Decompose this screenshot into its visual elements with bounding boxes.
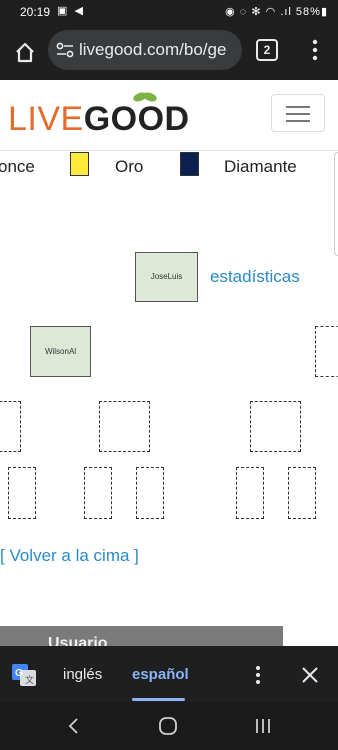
legend-label-oro: Oro xyxy=(115,157,144,176)
tree-node-empty[interactable] xyxy=(250,401,301,452)
translate-bar: G 文 inglés español xyxy=(0,646,338,702)
leaf-icon xyxy=(133,92,157,102)
browser-toolbar: livegood.com/bo/ge 2 xyxy=(0,26,338,80)
google-translate-icon: G 文 xyxy=(12,664,36,686)
table-header-bar: Usuario xyxy=(0,626,283,646)
tree-node-empty[interactable] xyxy=(0,401,21,452)
home-nav-icon[interactable] xyxy=(158,716,178,736)
table-header-usuario: Usuario xyxy=(48,635,108,646)
legend-label-bronce: once xyxy=(0,157,35,176)
recent-apps-icon[interactable] xyxy=(254,717,272,735)
tree-node-wilsonal[interactable]: WilsonAl xyxy=(30,326,91,377)
translate-target-language[interactable]: español xyxy=(132,666,189,683)
legend-label-diamante: Diamante xyxy=(224,157,297,176)
tree-node-empty[interactable] xyxy=(8,467,36,519)
nav-toggle-button[interactable] xyxy=(271,94,325,132)
home-icon xyxy=(16,42,34,63)
browser-menu-button[interactable] xyxy=(306,36,324,64)
tree-node-joseluis[interactable]: JoseLuis xyxy=(135,252,198,302)
tree-node-empty[interactable] xyxy=(136,467,164,519)
logo-live-text: LIVE xyxy=(8,100,84,138)
home-button[interactable] xyxy=(10,38,40,68)
legend-swatch-diamante xyxy=(180,152,199,176)
svg-text:G: G xyxy=(15,668,23,679)
translate-close-button[interactable] xyxy=(300,665,320,685)
tree-node-empty[interactable] xyxy=(99,401,150,452)
site-settings-icon[interactable] xyxy=(56,42,74,58)
system-nav-bar xyxy=(0,702,338,750)
back-icon[interactable] xyxy=(66,717,82,735)
rank-legend: once Oro Diamante xyxy=(0,150,338,180)
back-to-top-link[interactable]: [ Volver a la cima ] xyxy=(0,546,139,566)
more-vert-icon xyxy=(256,666,260,684)
svg-text:文: 文 xyxy=(25,674,34,685)
selected-language-indicator xyxy=(132,698,185,701)
side-scroll-edge xyxy=(334,152,338,256)
tree-node-empty[interactable] xyxy=(315,326,338,377)
status-bar: 20:19 ▣ ◀ ◉ ◌ ✻ ◠ .ıl 58%▮ xyxy=(0,0,338,26)
close-icon xyxy=(302,667,318,683)
tree-node-empty[interactable] xyxy=(84,467,112,519)
stats-link[interactable]: estadísticas xyxy=(210,267,300,287)
url-text[interactable]: livegood.com/bo/ge xyxy=(79,40,226,60)
translate-options-button[interactable] xyxy=(250,663,266,687)
legend-swatch-oro xyxy=(70,152,89,176)
address-bar[interactable]: livegood.com/bo/ge xyxy=(48,30,242,70)
logo-good-text: GOOD xyxy=(83,100,190,138)
system-status-icons: ◉ ◌ ✻ ◠ .ıl 58%▮ xyxy=(225,6,328,18)
tree-node-empty[interactable] xyxy=(236,467,264,519)
more-vert-icon xyxy=(312,39,318,61)
tab-switcher-button[interactable]: 2 xyxy=(256,39,278,61)
tree-node-empty[interactable] xyxy=(288,467,316,519)
translate-source-language[interactable]: inglés xyxy=(63,666,102,683)
livegood-logo[interactable]: LIVEGOOD xyxy=(8,100,190,139)
clock: 20:19 xyxy=(20,5,51,19)
notification-icons: ▣ ◀ xyxy=(57,5,85,17)
